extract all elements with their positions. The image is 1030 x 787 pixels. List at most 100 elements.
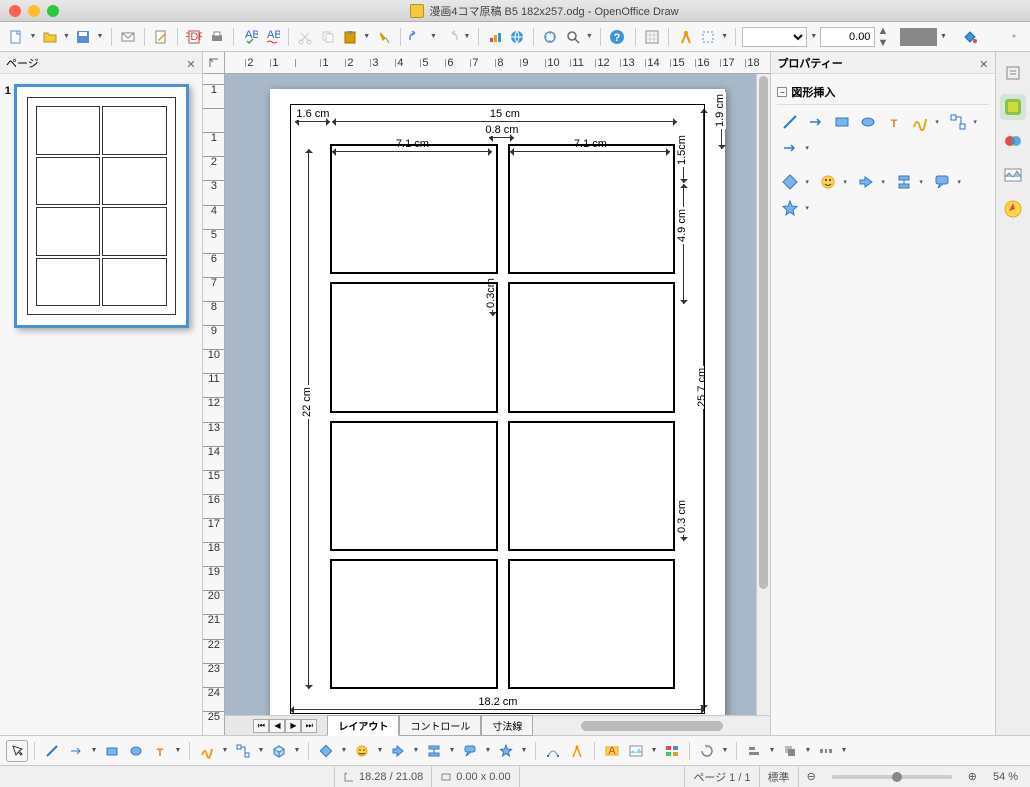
properties-tab[interactable]: [1000, 94, 1026, 120]
stars-tool[interactable]: [779, 197, 801, 219]
panel-cell[interactable]: [508, 559, 676, 689]
navigator-tab[interactable]: [1000, 196, 1026, 222]
undo-dropdown[interactable]: ▼: [429, 26, 438, 48]
area-fill-button[interactable]: [959, 26, 979, 48]
panel-cell[interactable]: [330, 144, 498, 274]
callouts-dropdown[interactable]: ▾: [957, 171, 965, 193]
distribute-dropdown[interactable]: ▼: [839, 740, 849, 762]
styles-tab[interactable]: [1000, 128, 1026, 154]
callouts-dropdown-bottom[interactable]: ▼: [483, 740, 493, 762]
ruler-corner[interactable]: [203, 52, 225, 74]
spellcheck-button[interactable]: ABC: [240, 26, 260, 48]
print-button[interactable]: [206, 26, 226, 48]
block-arrows-tool[interactable]: [855, 171, 877, 193]
fontwork-button[interactable]: A: [601, 740, 623, 762]
symbol-shapes-tool[interactable]: [817, 171, 839, 193]
tab-nav-first[interactable]: ⏮: [253, 719, 269, 733]
pages-panel-close-button[interactable]: ✕: [186, 58, 196, 68]
rectangle-tool-bottom[interactable]: [101, 740, 123, 762]
toolbar-overflow[interactable]: »: [1004, 26, 1024, 48]
rotate-button[interactable]: [696, 740, 718, 762]
text-dropdown-bottom[interactable]: ▼: [173, 740, 183, 762]
zoom-button[interactable]: [562, 26, 582, 48]
hyperlink-button[interactable]: [507, 26, 527, 48]
line-tool[interactable]: [779, 111, 801, 133]
save-button[interactable]: [73, 26, 93, 48]
basic-shapes-bottom[interactable]: [315, 740, 337, 762]
symbol-shapes-dropdown-bottom[interactable]: ▼: [375, 740, 385, 762]
copy-button[interactable]: [317, 26, 337, 48]
block-arrows-dropdown[interactable]: ▾: [881, 171, 889, 193]
new-doc-dropdown[interactable]: ▼: [28, 26, 37, 48]
zoom-dropdown[interactable]: ▼: [585, 26, 594, 48]
arrow-style-dropdown[interactable]: ▼: [809, 26, 818, 48]
stars-dropdown-bottom[interactable]: ▼: [519, 740, 529, 762]
edit-points-button[interactable]: [542, 740, 564, 762]
3d-tool-bottom[interactable]: [268, 740, 290, 762]
snap-button[interactable]: [698, 26, 718, 48]
line-width-down[interactable]: ▼: [877, 37, 888, 49]
flowchart-bottom[interactable]: [423, 740, 445, 762]
rectangle-tool[interactable]: [831, 111, 853, 133]
panel-cell[interactable]: [508, 144, 676, 274]
edit-file-button[interactable]: [151, 26, 171, 48]
line-width-up[interactable]: ▲: [877, 25, 888, 37]
cut-button[interactable]: [295, 26, 315, 48]
panel-cell[interactable]: [330, 282, 498, 412]
ellipse-tool-bottom[interactable]: [125, 740, 147, 762]
panel-cell[interactable]: [508, 421, 676, 551]
maximize-window-button[interactable]: [47, 5, 59, 17]
format-paintbrush-button[interactable]: [373, 26, 393, 48]
tab-layout[interactable]: レイアウト: [327, 715, 399, 736]
vertical-ruler[interactable]: 1123456789101112131415161718192021222324…: [203, 74, 225, 735]
connector-dropdown[interactable]: ▾: [973, 111, 981, 133]
open-button[interactable]: [40, 26, 60, 48]
line-color-swatch[interactable]: [900, 28, 937, 46]
line-style-select[interactable]: [742, 27, 807, 47]
grid-button[interactable]: [642, 26, 662, 48]
stars-bottom[interactable]: [495, 740, 517, 762]
tab-nav-last[interactable]: ⏭: [301, 719, 317, 733]
block-arrows-dropdown-bottom[interactable]: ▼: [411, 740, 421, 762]
tab-dimensions[interactable]: 寸法線: [481, 715, 533, 736]
gallery-tab[interactable]: [1000, 162, 1026, 188]
curve-tool[interactable]: [909, 111, 931, 133]
help-button[interactable]: ?: [607, 26, 627, 48]
panel-cell[interactable]: [330, 421, 498, 551]
tab-nav-prev[interactable]: ◀: [269, 719, 285, 733]
line-width-input[interactable]: [820, 27, 875, 47]
panel-cell[interactable]: [508, 282, 676, 412]
line-arrow-tool[interactable]: [779, 137, 801, 159]
arrange-dropdown[interactable]: ▼: [803, 740, 813, 762]
new-doc-button[interactable]: [6, 26, 26, 48]
paste-dropdown[interactable]: ▼: [362, 26, 371, 48]
save-dropdown[interactable]: ▼: [95, 26, 104, 48]
stars-dropdown[interactable]: ▾: [805, 197, 813, 219]
undo-button[interactable]: [407, 26, 427, 48]
curve-dropdown-bottom[interactable]: ▼: [220, 740, 230, 762]
from-file-dropdown[interactable]: ▼: [649, 740, 659, 762]
arrow-dropdown-bottom[interactable]: ▼: [89, 740, 99, 762]
tab-controls[interactable]: コントロール: [399, 715, 481, 736]
glue-points-button[interactable]: [566, 740, 588, 762]
basic-shapes-dropdown[interactable]: ▾: [805, 171, 813, 193]
page-thumbnail[interactable]: 1: [14, 84, 189, 328]
curve-dropdown[interactable]: ▾: [935, 111, 943, 133]
flowchart-dropdown-bottom[interactable]: ▼: [447, 740, 457, 762]
line-arrow-dropdown[interactable]: ▾: [805, 137, 813, 159]
block-arrows-bottom[interactable]: [387, 740, 409, 762]
basic-shapes-tool[interactable]: [779, 171, 801, 193]
symbol-shapes-bottom[interactable]: [351, 740, 373, 762]
chart-button[interactable]: [485, 26, 505, 48]
rotate-dropdown[interactable]: ▼: [720, 740, 730, 762]
connector-tool[interactable]: [947, 111, 969, 133]
horizontal-scrollbar[interactable]: [533, 717, 770, 735]
close-window-button[interactable]: [9, 5, 21, 17]
ellipse-tool[interactable]: [857, 111, 879, 133]
navigator-button[interactable]: [540, 26, 560, 48]
horizontal-ruler[interactable]: 21123456789101112131415161718: [225, 52, 770, 74]
vertical-scrollbar[interactable]: [756, 74, 770, 715]
arrange-button[interactable]: [779, 740, 801, 762]
callouts-tool[interactable]: [931, 171, 953, 193]
shape-insert-section-header[interactable]: − 図形挿入: [777, 80, 989, 105]
